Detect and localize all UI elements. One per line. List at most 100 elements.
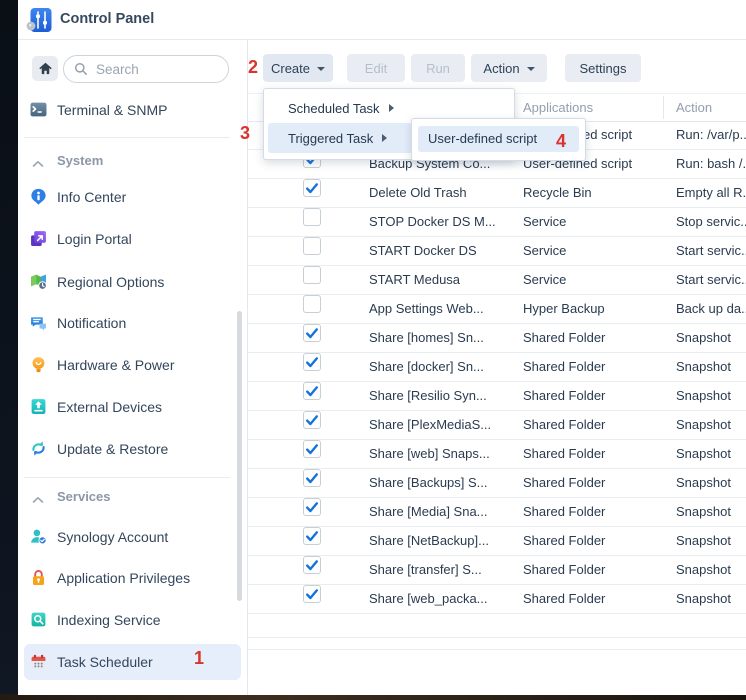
column-separator[interactable] [663, 96, 664, 119]
sidebar-item-notification[interactable]: Notification [18, 308, 247, 338]
row-checkbox[interactable] [303, 266, 321, 284]
table-row[interactable]: Share [Resilio Syn...Shared FolderSnapsh… [248, 382, 746, 411]
table-row[interactable]: Share [transfer] S...Shared FolderSnapsh… [248, 556, 746, 585]
menu-item-label: User-defined script [428, 131, 537, 146]
edit-button-label: Edit [365, 61, 387, 76]
application-cell: Shared Folder [523, 585, 605, 613]
sidebar-scrollbar[interactable] [237, 311, 242, 601]
row-checkbox[interactable] [303, 208, 321, 226]
action-cell: Snapshot [676, 585, 731, 613]
row-checkbox[interactable] [303, 324, 321, 342]
sidebar-item-label: Terminal & SNMP [57, 95, 167, 125]
table-row[interactable]: Share [NetBackup]...Shared FolderSnapsho… [248, 527, 746, 556]
action-button-label: Action [483, 61, 519, 76]
action-cell: Snapshot [676, 324, 731, 352]
task-name-cell: Share [web_packa... [369, 585, 488, 613]
sidebar-item-label: Notification [57, 308, 126, 338]
column-header-applications[interactable]: Applications [523, 94, 593, 121]
sidebar-item-label: Hardware & Power [57, 350, 175, 380]
action-cell: Empty all R... [676, 179, 746, 207]
sidebar-item-login-portal[interactable]: Login Portal [18, 224, 247, 254]
action-cell: Snapshot [676, 527, 731, 555]
application-cell: Shared Folder [523, 324, 605, 352]
table-row[interactable]: Share [Backups] S...Shared FolderSnapsho… [248, 469, 746, 498]
row-checkbox[interactable] [303, 382, 321, 400]
sidebar-item-hardware-power[interactable]: Hardware & Power [18, 350, 247, 380]
action-cell: Snapshot [676, 469, 731, 497]
sidebar-item-update-restore[interactable]: Update & Restore [18, 434, 247, 464]
submenu-arrow-icon [382, 134, 387, 142]
sidebar-item-terminal-snmp[interactable]: Terminal & SNMP [18, 95, 247, 125]
create-button[interactable]: Create [263, 54, 333, 82]
row-checkbox[interactable] [303, 527, 321, 545]
table-row[interactable]: Share [homes] Sn...Shared FolderSnapshot [248, 324, 746, 353]
row-checkbox[interactable] [303, 556, 321, 574]
table-row[interactable]: START Docker DSServiceStart servic... [248, 237, 746, 266]
table-row[interactable]: Share [web_packa... Shared Folder Snapshot [248, 585, 746, 614]
run-button: Run [411, 54, 465, 82]
terminal-icon [30, 101, 47, 118]
row-checkbox[interactable] [303, 295, 321, 313]
table-row[interactable]: Delete Old TrashRecycle BinEmpty all R..… [248, 179, 746, 208]
action-cell: Start servic... [676, 237, 746, 265]
action-cell: Back up da... [676, 295, 746, 323]
application-cell: Shared Folder [523, 440, 605, 468]
row-checkbox[interactable] [303, 411, 321, 429]
table-row[interactable]: Share [web] Snaps...Shared FolderSnapsho… [248, 440, 746, 469]
action-cell: Snapshot [676, 440, 731, 468]
home-button[interactable] [32, 56, 58, 81]
table-row[interactable]: STOP Docker DS M...ServiceStop servic... [248, 208, 746, 237]
table-row[interactable]: Share [docker] Sn...Shared FolderSnapsho… [248, 353, 746, 382]
action-cell: Run: bash /... [676, 150, 746, 178]
task-name-cell: Share [Resilio Syn... [369, 382, 487, 410]
sidebar-item-regional-options[interactable]: Regional Options [18, 267, 247, 297]
table-row[interactable]: Share [Media] Sna...Shared FolderSnapsho… [248, 498, 746, 527]
sidebar-item-synology-account[interactable]: Synology Account [18, 522, 247, 552]
menu-item-label: Scheduled Task [288, 101, 380, 116]
menu-item-user-defined-script[interactable]: User-defined script [418, 126, 579, 152]
table-footer-line [248, 637, 746, 638]
column-header-action[interactable]: Action [676, 94, 712, 121]
chevron-up-icon [32, 155, 44, 165]
table-row[interactable]: Share [PlexMediaS...Shared FolderSnapsho… [248, 411, 746, 440]
sidebar-section-services[interactable]: Services [18, 486, 247, 508]
row-checkbox[interactable] [303, 353, 321, 371]
sidebar-item-application-privileges[interactable]: Application Privileges [18, 563, 247, 593]
section-label: Services [57, 486, 111, 508]
sidebar-item-external-devices[interactable]: External Devices [18, 392, 247, 422]
sidebar-section-system[interactable]: System [18, 150, 247, 172]
sidebar-item-indexing-service[interactable]: Indexing Service [18, 605, 247, 635]
sidebar-item-label: Regional Options [57, 267, 164, 297]
table-row[interactable]: App Settings Web...Hyper BackupBack up d… [248, 295, 746, 324]
sidebar-item-task-scheduler[interactable]: Task Scheduler [24, 644, 241, 680]
row-checkbox[interactable] [303, 585, 321, 603]
task-name-cell: App Settings Web... [369, 295, 484, 323]
sidebar-item-label: Update & Restore [57, 434, 168, 464]
row-checkbox[interactable] [303, 237, 321, 255]
edit-button: Edit [347, 54, 405, 82]
search-box[interactable] [63, 55, 229, 83]
login-portal-icon [30, 230, 47, 247]
application-cell: Shared Folder [523, 556, 605, 584]
action-cell: Snapshot [676, 556, 731, 584]
synology-account-icon [30, 528, 47, 545]
action-button[interactable]: Action [471, 54, 547, 82]
action-cell: Start servic... [676, 266, 746, 294]
application-cell: Shared Folder [523, 527, 605, 555]
application-cell: Service [523, 266, 566, 294]
sidebar-item-info-center[interactable]: Info Center [18, 182, 247, 212]
row-checkbox[interactable] [303, 440, 321, 458]
step-annotation-3: 3 [240, 123, 250, 144]
row-checkbox[interactable] [303, 498, 321, 516]
sidebar-item-label: Application Privileges [57, 563, 190, 593]
settings-button[interactable]: Settings [565, 54, 641, 82]
search-input[interactable] [94, 57, 222, 81]
row-checkbox[interactable] [303, 179, 321, 197]
table-row[interactable]: START Medusa Service Start servic... [248, 266, 746, 295]
row-checkbox[interactable] [303, 469, 321, 487]
hardware-power-icon [30, 356, 47, 373]
application-cell: Shared Folder [523, 498, 605, 526]
step-annotation-1: 1 [194, 648, 204, 669]
task-name-cell: START Docker DS [369, 237, 477, 265]
task-name-cell: START Medusa [369, 266, 460, 294]
